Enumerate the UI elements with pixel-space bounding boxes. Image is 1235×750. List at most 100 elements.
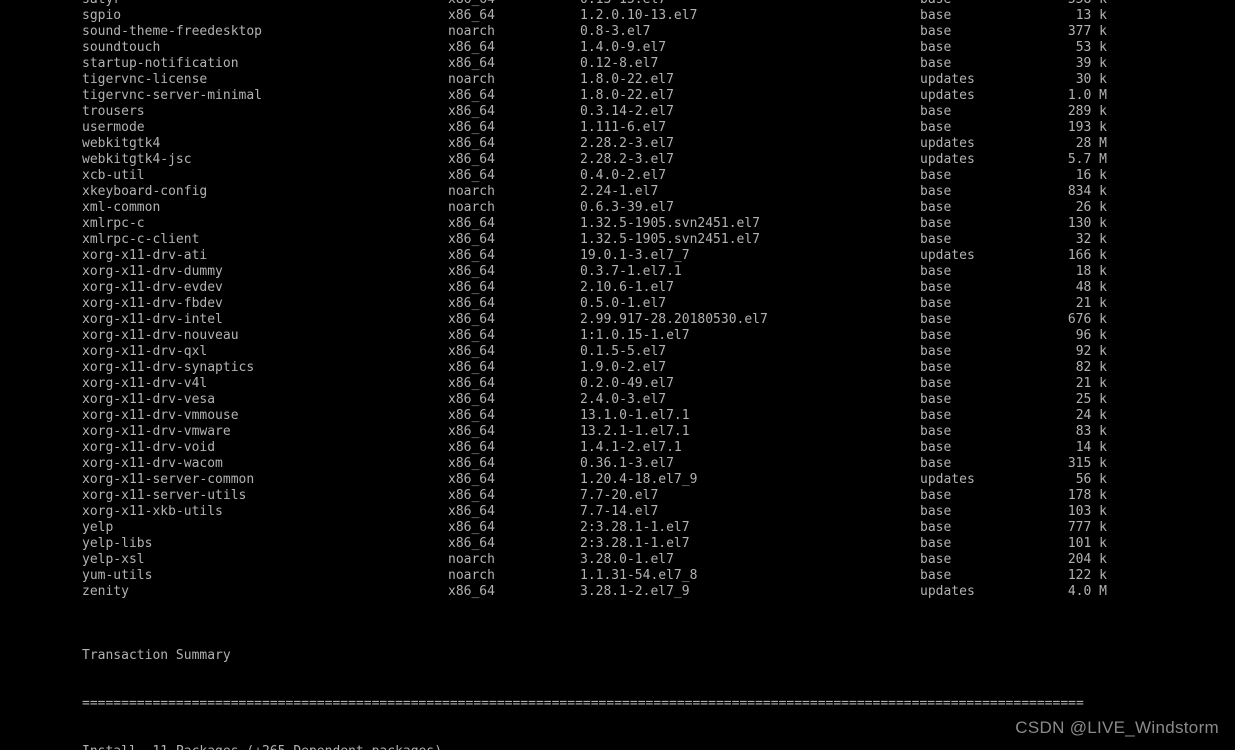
package-version: 1.8.0-22.el7 xyxy=(580,72,674,87)
package-size: 130 k xyxy=(1067,216,1107,231)
package-repository: base xyxy=(920,56,952,71)
package-name: yelp-xsl xyxy=(82,552,145,567)
table-row: yelp x86_64 2:3.28.1-1.el7 base 777 k xyxy=(82,520,1235,536)
package-version: 0.3.14-2.el7 xyxy=(580,104,674,119)
package-version: 13.2.1-1.el7.1 xyxy=(580,424,690,439)
package-arch: x86_64 xyxy=(448,408,495,423)
table-row: zenity x86_64 3.28.1-2.el7_9 updates 4.0 M xyxy=(82,584,1235,600)
package-name: xorg-x11-drv-dummy xyxy=(82,264,223,279)
package-size: 32 k xyxy=(1075,232,1107,247)
package-version: 2.4.0-3.el7 xyxy=(580,392,667,407)
package-arch: x86_64 xyxy=(448,152,495,167)
terminal-window[interactable]: satyr x86_64 0.13-15.el7 base 558 k sgpio x86_… xyxy=(0,0,1235,750)
package-name: xorg-x11-drv-intel xyxy=(82,312,223,327)
package-size: 14 k xyxy=(1075,440,1107,455)
package-version: 0.12-8.el7 xyxy=(580,56,659,71)
table-row: webkitgtk4 x86_64 2.28.2-3.el7 updates 28 M xyxy=(82,136,1235,152)
package-arch: x86_64 xyxy=(448,488,495,503)
package-version: 0.1.5-5.el7 xyxy=(580,344,667,359)
package-size: 178 k xyxy=(1067,488,1107,503)
package-repository: base xyxy=(920,536,952,551)
package-name: webkitgtk4-jsc xyxy=(82,152,192,167)
package-size: 39 k xyxy=(1075,56,1107,71)
summary-separator-rule: ========================================… xyxy=(82,696,1084,711)
package-repository: base xyxy=(920,104,952,119)
package-size: 30 k xyxy=(1075,72,1107,87)
table-row: xorg-x11-drv-vmmouse x86_64 13.1.0-1.el7.1… xyxy=(82,408,1235,424)
table-row: xorg-x11-drv-fbdev x86_64 0.5.0-1.el7 base 2… xyxy=(82,296,1235,312)
package-name: webkitgtk4 xyxy=(82,136,161,151)
package-repository: updates xyxy=(920,584,975,599)
package-repository: base xyxy=(920,504,952,519)
package-repository: base xyxy=(920,40,952,55)
package-name: xorg-x11-server-common xyxy=(82,472,255,487)
package-size: 676 k xyxy=(1067,312,1107,327)
package-version: 0.4.0-2.el7 xyxy=(580,168,667,183)
package-version: 1.32.5-1905.svn2451.el7 xyxy=(580,232,761,247)
package-arch: noarch xyxy=(448,184,495,199)
table-row: tigervnc-server-minimal x86_64 1.8.0-22.el… xyxy=(82,88,1235,104)
package-version: 1.20.4-18.el7_9 xyxy=(580,472,698,487)
package-repository: base xyxy=(920,312,952,327)
package-version: 1:1.0.15-1.el7 xyxy=(580,328,690,343)
package-size: 122 k xyxy=(1067,568,1107,583)
package-repository: base xyxy=(920,24,952,39)
package-size: 96 k xyxy=(1075,328,1107,343)
package-arch: x86_64 xyxy=(448,88,495,103)
package-version: 1.111-6.el7 xyxy=(580,120,667,135)
package-arch: x86_64 xyxy=(448,456,495,471)
package-arch: noarch xyxy=(448,24,495,39)
package-size: 166 k xyxy=(1067,248,1107,263)
package-name: xorg-x11-drv-void xyxy=(82,440,216,455)
package-name: yum-utils xyxy=(82,568,153,583)
package-name: yelp xyxy=(82,520,114,535)
package-repository: base xyxy=(920,184,952,199)
package-version: 1.2.0.10-13.el7 xyxy=(580,8,698,23)
package-version: 1.4.0-9.el7 xyxy=(580,40,667,55)
package-size: 289 k xyxy=(1067,104,1107,119)
package-version: 2.24-1.el7 xyxy=(580,184,659,199)
package-version: 3.28.1-2.el7_9 xyxy=(580,584,690,599)
package-arch: x86_64 xyxy=(448,0,495,8)
package-repository: base xyxy=(920,200,952,215)
table-row: xorg-x11-drv-wacom x86_64 0.36.1-3.el7 base… xyxy=(82,456,1235,472)
package-version: 3.28.0-1.el7 xyxy=(580,552,674,567)
package-name: xorg-x11-drv-fbdev xyxy=(82,296,223,311)
package-size: 13 k xyxy=(1075,8,1107,23)
package-arch: x86_64 xyxy=(448,136,495,151)
package-repository: updates xyxy=(920,472,975,487)
package-version: 2.28.2-3.el7 xyxy=(580,136,674,151)
package-repository: updates xyxy=(920,88,975,103)
package-repository: base xyxy=(920,408,952,423)
table-row: sound-theme-freedesktop noarch 0.8-3.el7 ba… xyxy=(82,24,1235,40)
package-arch: x86_64 xyxy=(448,344,495,359)
package-size: 4.0 M xyxy=(1067,584,1107,599)
package-arch: x86_64 xyxy=(448,504,495,519)
package-name: xorg-x11-drv-v4l xyxy=(82,376,208,391)
package-size: 204 k xyxy=(1067,552,1107,567)
package-arch: x86_64 xyxy=(448,216,495,231)
package-repository: base xyxy=(920,360,952,375)
table-row: satyr x86_64 0.13-15.el7 base 558 k xyxy=(82,0,1235,8)
package-arch: x86_64 xyxy=(448,120,495,135)
package-version: 13.1.0-1.el7.1 xyxy=(580,408,690,423)
package-version: 0.8-3.el7 xyxy=(580,24,651,39)
table-row: yelp-libs x86_64 2:3.28.1-1.el7 base 101 k xyxy=(82,536,1235,552)
package-name: xcb-util xyxy=(82,168,145,183)
package-arch: x86_64 xyxy=(448,312,495,327)
package-arch: x86_64 xyxy=(448,360,495,375)
package-name: tigervnc-license xyxy=(82,72,208,87)
package-name: tigervnc-server-minimal xyxy=(82,88,263,103)
package-arch: x86_64 xyxy=(448,296,495,311)
package-repository: base xyxy=(920,552,952,567)
table-row: tigervnc-license noarch 1.8.0-22.el7 update… xyxy=(82,72,1235,88)
package-size: 48 k xyxy=(1075,280,1107,295)
package-name: xorg-x11-drv-evdev xyxy=(82,280,223,295)
table-row: webkitgtk4-jsc x86_64 2.28.2-3.el7 updates 5… xyxy=(82,152,1235,168)
watermark: CSDN @LIVE_Windstorm xyxy=(1015,718,1219,737)
table-row: xorg-x11-drv-synaptics x86_64 1.9.0-2.el7 b… xyxy=(82,360,1235,376)
package-size: 377 k xyxy=(1067,24,1107,39)
package-size: 16 k xyxy=(1075,168,1107,183)
package-name: yelp-libs xyxy=(82,536,153,551)
package-arch: x86_64 xyxy=(448,328,495,343)
